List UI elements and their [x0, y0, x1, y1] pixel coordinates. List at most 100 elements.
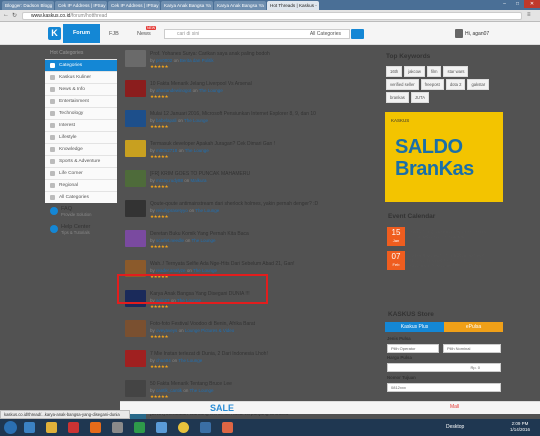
sidebar-item-entertainment[interactable]: Entertainment — [45, 95, 117, 107]
search-button[interactable] — [351, 29, 364, 39]
nominal-select[interactable]: Pilih Nominal — [443, 344, 501, 353]
app2-icon[interactable] — [134, 422, 145, 433]
operator-select[interactable]: Pilih Operator — [387, 344, 439, 353]
keyword-tag[interactable]: JUTA — [410, 92, 430, 103]
thread-thumbnail[interactable] — [125, 110, 146, 127]
desktop-label[interactable]: Desktop — [446, 424, 464, 430]
sidebar-item-lifestyle[interactable]: Lifestyle — [45, 131, 117, 143]
thread-forum[interactable]: The Lounge — [184, 118, 208, 123]
reload-icon[interactable]: ↻ — [12, 12, 17, 19]
thread-item[interactable]: Mulai 12 Januari 2016, Microsoft Pensiun… — [125, 107, 374, 137]
news-link[interactable]: News — [137, 31, 151, 37]
thread-title[interactable]: Mulai 12 Januari 2016, Microsoft Pensiun… — [150, 111, 372, 117]
media-icon[interactable] — [68, 422, 79, 433]
search-input[interactable]: cari di sini All Categories — [164, 29, 350, 39]
sidebar-item-news[interactable]: News & Info — [45, 83, 117, 95]
thread-forum[interactable]: The Lounge — [199, 88, 223, 93]
thread-title[interactable]: 7 Mie Instan terlezat di Dunia, 2 Dari I… — [150, 351, 372, 357]
thread-title[interactable]: Wah..! Ternyata Selfie Ada Nge-Hits Dari… — [150, 261, 372, 267]
thread-author[interactable]: chua84 — [156, 358, 171, 363]
kaskus-logo[interactable]: K — [48, 27, 61, 40]
category-select[interactable]: All Categories — [310, 30, 341, 39]
thread-forum[interactable]: Malkura — [191, 178, 207, 183]
event-item[interactable]: 07 Feb GATHERING HUT / 7 FEB 2016 HUT HOT… — [385, 250, 503, 272]
thread-title[interactable]: Termasuk developer Apakah Juragan? Cek D… — [150, 141, 372, 147]
thread-author[interactable]: m00n2718 — [156, 148, 177, 153]
thread-forum[interactable]: The Lounge — [192, 238, 216, 243]
ie-icon[interactable] — [24, 422, 35, 433]
sidebar-item-regional[interactable]: Regional — [45, 179, 117, 191]
menu-icon[interactable]: ≡ — [527, 12, 531, 18]
thread-author[interactable]: oveyaveys — [156, 328, 177, 333]
thread-title[interactable]: Qoute-qoute antimainstream dari sherlock… — [150, 201, 372, 207]
thread-author[interactable]: scarlet.needle — [156, 238, 184, 243]
faq-link[interactable]: FAQ Provide Solution — [45, 203, 117, 221]
thread-title[interactable]: 50 Fakta Menarik Tentang Bruce Lee — [150, 381, 372, 387]
thread-forum[interactable]: The Lounge — [185, 148, 209, 153]
maximize-icon[interactable]: □ — [511, 0, 524, 8]
saldo-brankas-banner[interactable]: KASKUS SALDO BranKas — [385, 112, 503, 202]
chrome-icon[interactable] — [178, 422, 189, 433]
keyword-tag[interactable]: gakstar — [467, 79, 490, 90]
keyword-tag[interactable]: brankas — [386, 92, 409, 103]
thread-title[interactable]: Prof. Yohanes Surya: Carikan saya anak p… — [150, 51, 372, 57]
thread-thumbnail[interactable] — [125, 350, 146, 367]
app4-icon[interactable] — [200, 422, 211, 433]
thread-forum[interactable]: Lounge Pictures & Video — [185, 328, 234, 333]
thread-title[interactable]: [FR] KRIM GOES TO PUNCAK MAHAMERU — [150, 171, 372, 177]
app5-icon[interactable] — [222, 422, 233, 433]
firefox-icon[interactable] — [90, 422, 101, 433]
bottom-ad-banner[interactable]: SALE Mall — [120, 401, 540, 414]
thread-thumbnail[interactable] — [125, 200, 146, 217]
thread-item[interactable]: 10 Fakta Menarik Jelang Liverpool Vs Ars… — [125, 77, 374, 107]
keyword-tag[interactable]: film — [426, 66, 442, 77]
thread-item[interactable]: Qoute-qoute antimainstream dari sherlock… — [125, 197, 374, 227]
keyword-tag[interactable]: star wars — [443, 66, 469, 77]
sidebar-item-kuliner[interactable]: Kaskus Kuliner — [45, 71, 117, 83]
tab-blogger[interactable]: Blogger: Dadson Blogg — [2, 1, 54, 10]
app3-icon[interactable] — [156, 422, 167, 433]
thread-author[interactable]: ahasandewinogot — [156, 88, 191, 93]
thread-item[interactable]: Deretan Buku Komik Yang Pernah Kita Baca… — [125, 227, 374, 257]
sidebar-item-knowledge[interactable]: Knowledge — [45, 143, 117, 155]
fjb-link[interactable]: FJB — [109, 31, 119, 37]
thread-title[interactable]: Foto-foto Festival Voodoo di Benin, Afri… — [150, 321, 372, 327]
thread-title[interactable]: Deretan Buku Komik Yang Pernah Kita Baca — [150, 231, 372, 237]
thread-item[interactable]: Foto-foto Festival Voodoo di Benin, Afri… — [125, 317, 374, 347]
thread-author[interactable]: renolyprasetyyo — [156, 208, 188, 213]
thread-forum[interactable]: The Lounge — [178, 358, 202, 363]
keyword-tag[interactable]: freepost — [420, 79, 444, 90]
back-icon[interactable]: ← — [3, 12, 9, 18]
thread-item[interactable]: 7 Mie Instan terlezat di Dunia, 2 Dari I… — [125, 347, 374, 377]
url-field[interactable]: www.kaskus.co.id/forum/hotthread — [22, 12, 522, 20]
keyword-tag[interactable]: dota 2 — [445, 79, 466, 90]
tab-hot-threads[interactable]: Hot Threads | Kaskus - — [267, 1, 319, 10]
thread-item[interactable]: [FR] KRIM GOES TO PUNCAK MAHAMERU by mrza… — [125, 167, 374, 197]
user-greeting[interactable]: Hi, agan07 — [465, 31, 489, 37]
thread-author[interactable]: cantik_cantik — [156, 388, 182, 393]
thread-thumbnail[interactable] — [125, 320, 146, 337]
keyword-tag[interactable]: 16th — [386, 66, 403, 77]
thread-item[interactable]: Termasuk developer Apakah Juragan? Cek D… — [125, 137, 374, 167]
thread-author[interactable]: mrzay.rudy88 — [156, 178, 183, 183]
help-center-link[interactable]: Help Center Tips & Tutorials — [45, 221, 117, 239]
avatar[interactable] — [455, 29, 463, 38]
thread-thumbnail[interactable] — [125, 80, 146, 97]
sidebar-item-categories[interactable]: Categories — [45, 59, 117, 71]
tab-karya-1[interactable]: Karya Anak Bangsa Ya — [161, 1, 213, 10]
keyword-tag[interactable]: jakcow — [404, 66, 425, 77]
tab-ip-1[interactable]: Cek IP Address | IPSay — [55, 1, 107, 10]
thread-forum[interactable]: The Lounge — [195, 208, 219, 213]
sidebar-item-technology[interactable]: Technology — [45, 107, 117, 119]
thread-title[interactable]: 10 Fakta Menarik Jelang Liverpool Vs Ars… — [150, 81, 372, 87]
start-icon[interactable] — [4, 421, 17, 434]
thread-author[interactable]: babelapali — [156, 118, 177, 123]
sidebar-item-life-corner[interactable]: Life Corner — [45, 167, 117, 179]
tab-epulsa[interactable]: ePulsa — [444, 322, 503, 332]
folder-icon[interactable] — [46, 422, 57, 433]
event-item[interactable]: 15 Jan [INVITATION] Gathering Komunitas K… — [385, 226, 503, 248]
thread-forum[interactable]: Berita dan Politik — [180, 58, 214, 63]
thread-forum[interactable]: The Lounge — [190, 388, 214, 393]
sidebar-item-all[interactable]: All Categories — [45, 191, 117, 203]
tab-ip-2[interactable]: Cek IP Address | IPSay — [108, 1, 160, 10]
